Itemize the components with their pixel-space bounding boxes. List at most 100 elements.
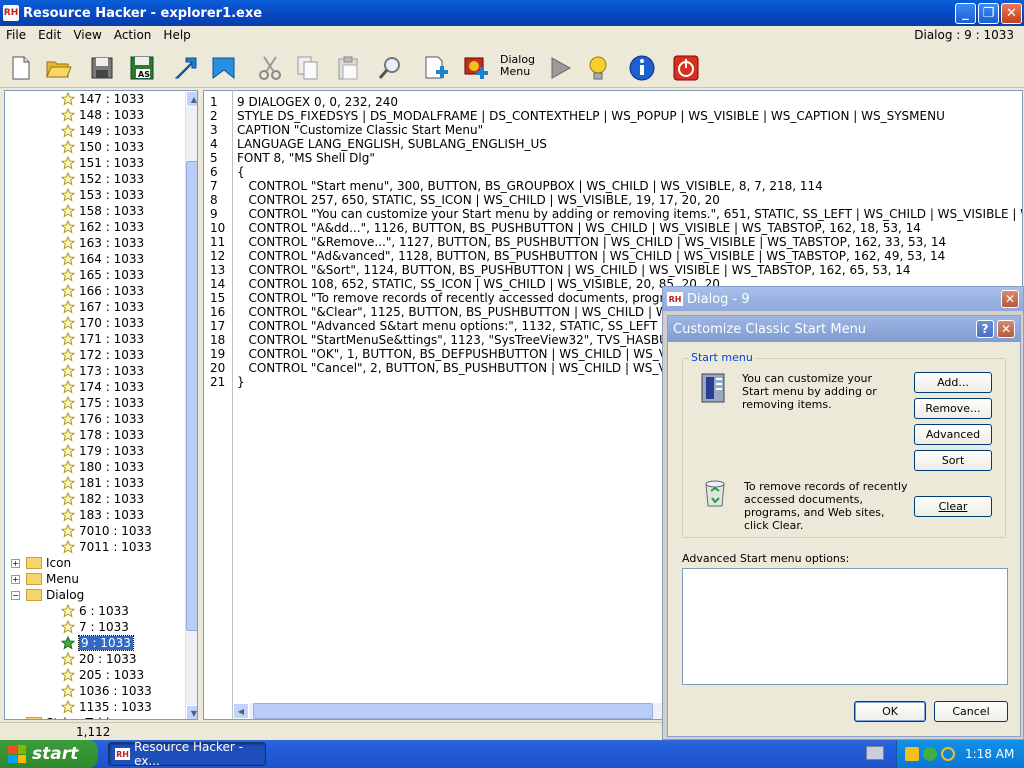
tree-item-string[interactable]: 150 : 1033	[61, 139, 144, 155]
sort-button[interactable]: Sort	[914, 450, 992, 471]
tree-folder[interactable]: + Menu	[11, 571, 79, 587]
cancel-button[interactable]: Cancel	[934, 701, 1008, 722]
run-play-icon[interactable]	[544, 52, 576, 84]
tree-item-string[interactable]: 170 : 1033	[61, 315, 144, 331]
bookmark-arrow-icon[interactable]	[208, 52, 240, 84]
start-button[interactable]: start	[0, 740, 98, 768]
ok-button[interactable]: OK	[854, 701, 926, 722]
clock[interactable]: 1:18 AM	[965, 747, 1014, 761]
cut-icon[interactable]	[254, 52, 286, 84]
tree-item-string[interactable]: 163 : 1033	[61, 235, 144, 251]
scroll-thumb[interactable]	[186, 161, 197, 631]
tree-item-string[interactable]: 147 : 1033	[61, 91, 144, 107]
tree-item-string[interactable]: 148 : 1033	[61, 107, 144, 123]
tree-item-dialog[interactable]: 20 : 1033	[61, 651, 136, 667]
tree-item-string[interactable]: 179 : 1033	[61, 443, 144, 459]
new-file-icon[interactable]	[4, 52, 36, 84]
tree-item-string[interactable]: 176 : 1033	[61, 411, 144, 427]
dialog-preview-close-button[interactable]: ✕	[1001, 290, 1019, 308]
copy-icon[interactable]	[292, 52, 324, 84]
resource-tree[interactable]: 147 : 1033 148 : 1033 149 : 1033 150 : 1033…	[4, 90, 198, 720]
tree-item-string[interactable]: 7010 : 1033	[61, 523, 152, 539]
tree-item-string[interactable]: 172 : 1033	[61, 347, 144, 363]
hint-bulb-icon[interactable]	[582, 52, 614, 84]
save-as-icon[interactable]: AS	[126, 52, 158, 84]
dialog-preview-titlebar[interactable]: RH Dialog - 9 ✕	[663, 287, 1023, 311]
tree-item-dialog[interactable]: 7 : 1033	[61, 619, 129, 635]
menu-file[interactable]: File	[0, 28, 32, 42]
tree-item-string[interactable]: 149 : 1033	[61, 123, 144, 139]
close-button[interactable]: ✕	[1001, 3, 1022, 24]
maximize-button[interactable]: ❐	[978, 3, 999, 24]
code-line: CONTROL "Ad&vanced", 1128, BUTTON, BS_PU…	[237, 249, 946, 263]
clear-button[interactable]: Clear	[914, 496, 992, 517]
tree-item-string[interactable]: 182 : 1033	[61, 491, 144, 507]
save-icon[interactable]	[86, 52, 118, 84]
tree-item-string[interactable]: 183 : 1033	[61, 507, 144, 523]
minimize-button[interactable]: _	[955, 3, 976, 24]
tree-item-string[interactable]: 174 : 1033	[61, 379, 144, 395]
tree-item-string[interactable]: 165 : 1033	[61, 267, 144, 283]
close-exit-icon[interactable]	[670, 52, 702, 84]
customize-dialog-titlebar[interactable]: Customize Classic Start Menu ? ✕	[668, 316, 1020, 342]
add-resource-icon[interactable]	[420, 52, 452, 84]
tree-folder[interactable]: − Dialog	[11, 587, 84, 603]
keyboard-icon[interactable]	[866, 746, 884, 760]
expand-toggle-icon[interactable]: +	[11, 558, 20, 568]
customize-dialog-close-button[interactable]: ✕	[997, 320, 1015, 338]
advanced-options-tree[interactable]	[682, 568, 1008, 685]
search-icon[interactable]	[941, 747, 955, 761]
tree-item-dialog[interactable]: 1135 : 1033	[61, 699, 152, 715]
tree-item-string[interactable]: 152 : 1033	[61, 171, 144, 187]
tree-scrollbar[interactable]: ▲ ▼	[185, 91, 197, 719]
horizontal-scroll-thumb[interactable]	[253, 703, 653, 719]
tree-item-dialog[interactable]: 6 : 1033	[61, 603, 129, 619]
menu-action[interactable]: Action	[108, 28, 158, 42]
tree-item-string[interactable]: 162 : 1033	[61, 219, 144, 235]
info-icon[interactable]	[626, 52, 658, 84]
add-image-icon[interactable]	[460, 52, 492, 84]
tree-item-string[interactable]: 153 : 1033	[61, 187, 144, 203]
tree-folder[interactable]: + Icon	[11, 555, 71, 571]
tree-item-string[interactable]: 173 : 1033	[61, 363, 144, 379]
tree-item-string[interactable]: 7011 : 1033	[61, 539, 152, 555]
tree-item-string[interactable]: 166 : 1033	[61, 283, 144, 299]
scroll-down-arrow-icon[interactable]: ▼	[186, 705, 197, 719]
tree-item-string[interactable]: 171 : 1033	[61, 331, 144, 347]
open-folder-icon[interactable]	[42, 52, 74, 84]
export-arrow-icon[interactable]	[170, 52, 202, 84]
find-icon[interactable]	[374, 52, 406, 84]
advanced-button[interactable]: Advanced	[914, 424, 992, 445]
scroll-up-arrow-icon[interactable]: ▲	[186, 91, 197, 107]
tree-item-string[interactable]: 151 : 1033	[61, 155, 144, 171]
expand-toggle-icon[interactable]: +	[11, 574, 20, 584]
window-titlebar[interactable]: RH Resource Hacker - explorer1.exe _ ❐ ✕	[0, 0, 1024, 26]
tree-item-string[interactable]: 181 : 1033	[61, 475, 144, 491]
shield-icon[interactable]	[905, 747, 919, 761]
tree-folder[interactable]: + String Table	[11, 715, 117, 719]
dialog-menu-icon[interactable]: Dialog Menu	[500, 54, 535, 78]
taskbar-item-resource-hacker[interactable]: RH Resource Hacker - ex...	[108, 740, 266, 768]
menu-edit[interactable]: Edit	[32, 28, 67, 42]
horizontal-scrollbar[interactable]: ◀	[233, 703, 663, 719]
tree-item-string[interactable]: 180 : 1033	[61, 459, 144, 475]
remove-button[interactable]: Remove...	[914, 398, 992, 419]
network-icon[interactable]	[923, 747, 937, 761]
tree-item-dialog[interactable]: 205 : 1033	[61, 667, 144, 683]
tree-item-string[interactable]: 178 : 1033	[61, 427, 144, 443]
expand-toggle-icon[interactable]: −	[11, 590, 20, 600]
menu-help[interactable]: Help	[157, 28, 196, 42]
tree-item-string[interactable]: 158 : 1033	[61, 203, 144, 219]
menu-view[interactable]: View	[67, 28, 107, 42]
dialog-preview-window[interactable]: RH Dialog - 9 ✕ Customize Classic Start …	[662, 286, 1024, 740]
expand-toggle-icon[interactable]: +	[11, 718, 20, 719]
add-button[interactable]: Add...	[914, 372, 992, 393]
scroll-left-arrow-icon[interactable]: ◀	[233, 703, 249, 719]
tree-item-dialog[interactable]: 1036 : 1033	[61, 683, 152, 699]
tree-item-string[interactable]: 164 : 1033	[61, 251, 144, 267]
tree-item-selected[interactable]: 9 : 1033	[61, 635, 134, 651]
help-button[interactable]: ?	[976, 320, 994, 338]
tree-item-string[interactable]: 175 : 1033	[61, 395, 144, 411]
paste-icon[interactable]	[332, 52, 364, 84]
tree-item-string[interactable]: 167 : 1033	[61, 299, 144, 315]
